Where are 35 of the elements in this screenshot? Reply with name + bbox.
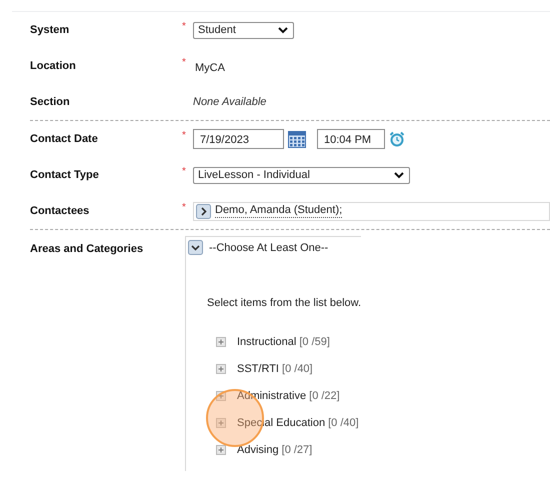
dropdown[interactable]: LiveLesson - Individual xyxy=(193,166,410,184)
category-item[interactable]: SST/RTI [0 /40] xyxy=(237,362,313,374)
list-prompt: --Choose At Least One-- xyxy=(209,242,328,254)
category-item[interactable]: Special Education [0 /40] xyxy=(237,416,359,428)
field-label: Section xyxy=(30,96,71,108)
instruction-text: Select items from the list below. xyxy=(206,297,362,309)
field-value: MyCA xyxy=(194,61,225,74)
field-label: Areas and Categories xyxy=(30,242,144,255)
field-label: Contact Date xyxy=(30,133,99,145)
contactee-field[interactable]: Demo, Amanda (Student); xyxy=(193,202,550,220)
expand-plus-icon[interactable] xyxy=(216,418,226,428)
category-item[interactable]: Advising [0 /27] xyxy=(237,444,312,456)
required-mark: * xyxy=(182,166,186,177)
required-mark: * xyxy=(182,130,186,141)
expand-plus-icon[interactable] xyxy=(216,364,226,374)
alarm-clock-icon[interactable] xyxy=(389,131,405,147)
chevron-icon[interactable] xyxy=(393,170,405,180)
calendar-icon[interactable] xyxy=(288,130,306,148)
field-label: Contact Type xyxy=(30,169,100,181)
category-item[interactable]: Instructional [0 /59] xyxy=(237,336,330,348)
required-mark: * xyxy=(182,57,186,68)
required-mark: * xyxy=(182,21,186,32)
time-field[interactable]: 10:04 PM xyxy=(317,129,385,149)
dropdown[interactable]: Student xyxy=(193,22,294,38)
field-label: Contactees xyxy=(30,205,90,217)
expand-plus-icon[interactable] xyxy=(216,444,226,454)
expand-plus-icon[interactable] xyxy=(216,336,226,346)
field-label: System xyxy=(30,24,70,36)
required-mark: * xyxy=(182,202,186,213)
field-label: Location xyxy=(30,60,77,72)
contactee-name[interactable]: Demo, Amanda (Student); xyxy=(215,204,342,218)
expand-plus-icon[interactable] xyxy=(216,390,226,400)
field-value: None Available xyxy=(193,96,266,108)
date-field[interactable]: 7/19/2023 xyxy=(193,129,284,149)
chevron-icon[interactable] xyxy=(277,25,289,35)
